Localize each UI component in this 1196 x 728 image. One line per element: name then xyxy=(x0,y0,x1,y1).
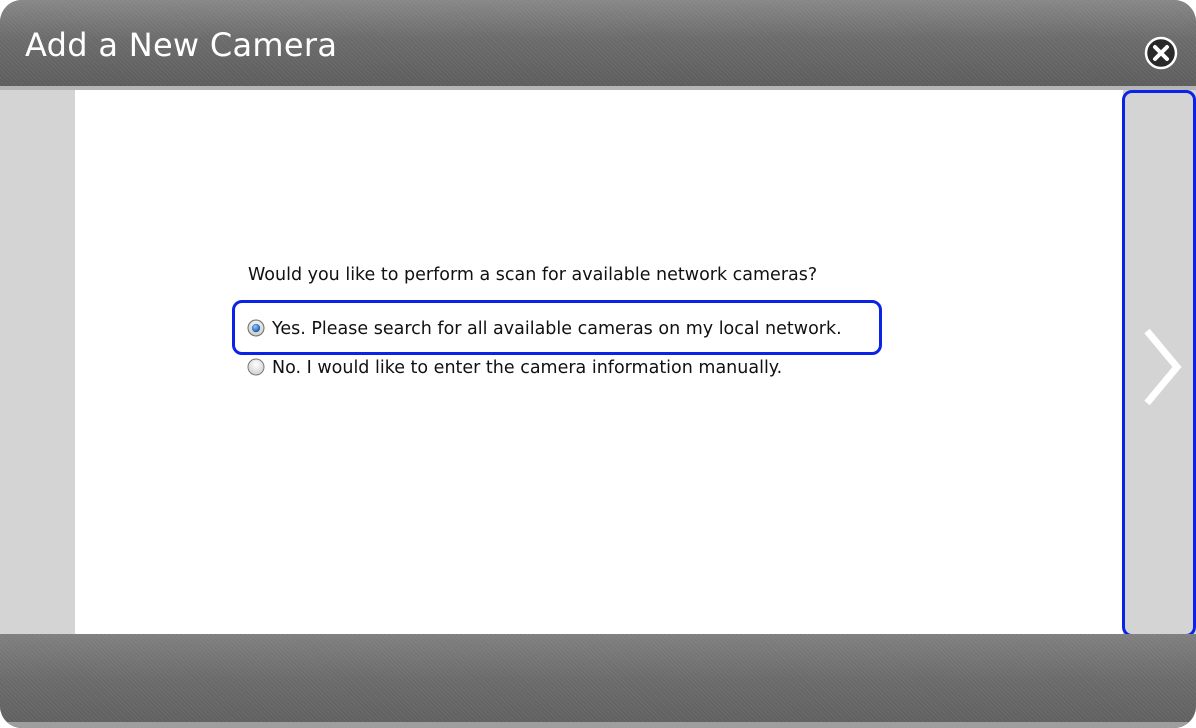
radio-selected-icon[interactable] xyxy=(247,319,265,337)
dialog-header: Add a New Camera xyxy=(0,0,1196,86)
close-icon xyxy=(1144,36,1178,70)
radio-unselected-icon[interactable] xyxy=(247,358,265,376)
dialog-title: Add a New Camera xyxy=(25,26,338,64)
close-button[interactable] xyxy=(1144,36,1178,70)
dialog-footer xyxy=(0,634,1196,728)
add-camera-dialog: Add a New Camera Would you like to perfo… xyxy=(0,0,1196,728)
left-side-panel xyxy=(0,90,75,634)
scan-option-no-label: No. I would like to enter the camera inf… xyxy=(272,358,783,378)
scan-option-yes-label: Yes. Please search for all available cam… xyxy=(272,319,842,339)
dialog-bottom-edge xyxy=(0,722,1196,728)
next-step-button[interactable] xyxy=(1122,90,1196,637)
chevron-right-icon xyxy=(1144,328,1182,406)
scan-question: Would you like to perform a scan for ava… xyxy=(248,265,818,285)
